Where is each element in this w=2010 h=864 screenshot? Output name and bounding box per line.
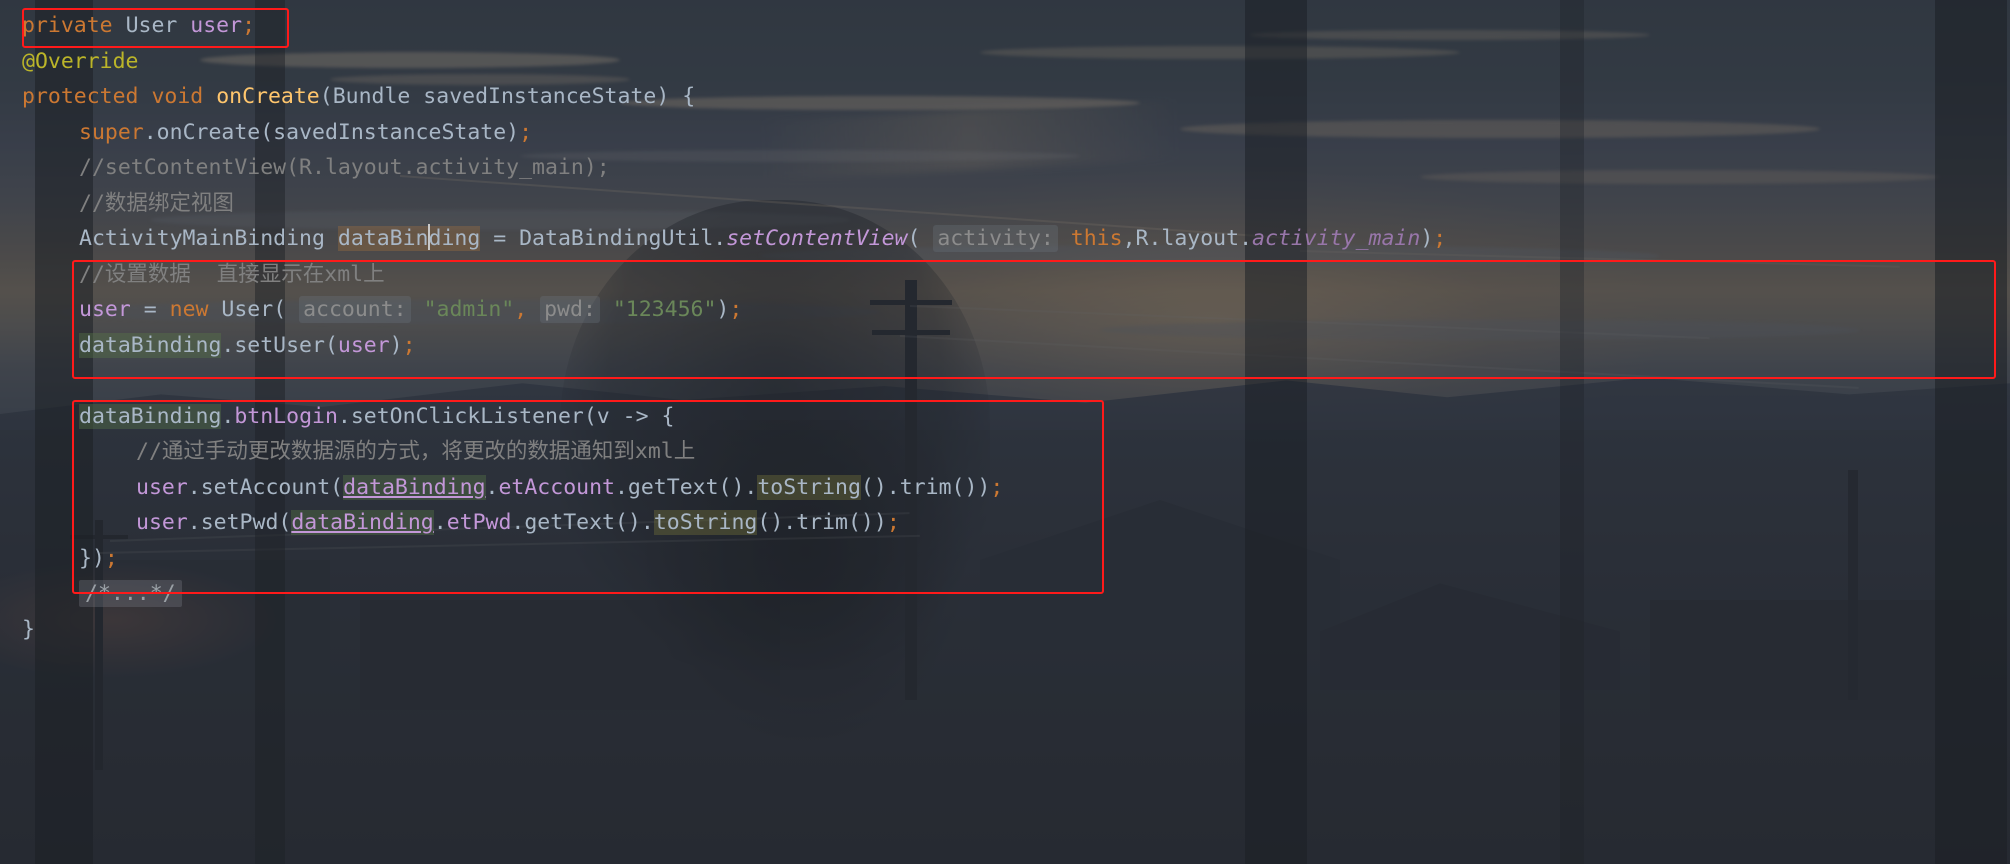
token: user <box>190 13 243 38</box>
token: = DataBindingUtil. <box>480 226 727 251</box>
token: activity_main <box>1252 226 1421 251</box>
token: ().trim()) <box>860 474 991 500</box>
line-blank-1[interactable] <box>0 363 2010 399</box>
token: ; <box>519 119 533 145</box>
code-text-area[interactable]: private User user; @Override protected voi… <box>0 0 2010 864</box>
token: account: <box>299 296 411 323</box>
token: . <box>433 510 447 535</box>
token: dataBinding <box>337 224 481 251</box>
token: ; <box>402 332 416 358</box>
line-method-close[interactable]: } <box>0 612 2010 648</box>
token: ; <box>104 545 118 571</box>
token: Bundle savedInstanceState <box>332 84 657 109</box>
token: @Override <box>22 48 139 74</box>
token: User <box>125 13 178 38</box>
token: user <box>136 474 188 500</box>
token: .setOnClickListener(v -> { <box>337 403 675 429</box>
token: . <box>485 474 499 500</box>
token: ; <box>729 297 743 322</box>
token: etPwd <box>446 510 512 535</box>
line-set-pwd[interactable]: user.setPwd(dataBinding.etPwd.getText().… <box>0 505 2010 541</box>
token: new <box>169 297 209 322</box>
line-comment-manual-update[interactable]: //通过手动更改数据源的方式，将更改的数据通知到xml上 <box>0 434 2010 470</box>
token: = <box>130 297 170 322</box>
token: activity: <box>933 225 1058 252</box>
token: toString <box>757 474 861 500</box>
token: ) <box>389 332 403 358</box>
token: . <box>221 403 235 429</box>
line-set-account[interactable]: user.setAccount(dataBinding.etAccount.ge… <box>0 470 2010 506</box>
token: setContentView <box>726 226 908 251</box>
token: /*...*/ <box>79 580 182 607</box>
token: ( <box>907 226 934 251</box>
line-databinding-assign[interactable]: ActivityMainBinding dataBinding = DataBi… <box>0 221 2010 257</box>
line-oncreate-sig[interactable]: protected void onCreate(Bundle savedInst… <box>0 79 2010 115</box>
token: .getText(). <box>511 510 654 535</box>
token: }) <box>79 545 105 571</box>
token: ; <box>242 13 256 38</box>
token: //数据绑定视图 <box>79 190 234 216</box>
token: ,R.layout. <box>1122 226 1253 251</box>
token: User( <box>208 297 300 322</box>
token: //通过手动更改数据源的方式，将更改的数据通知到xml上 <box>136 439 696 464</box>
token: .onCreate(savedInstanceState) <box>143 119 520 145</box>
token: "admin" <box>423 297 515 322</box>
line-comment-databind-view[interactable]: //数据绑定视图 <box>0 186 2010 222</box>
code-editor-screenshot: private User user; @Override protected voi… <box>0 0 2010 864</box>
token: , <box>514 297 528 322</box>
token: ) <box>1420 226 1434 251</box>
line-field-decl[interactable]: private User user; <box>0 8 2010 44</box>
token: ; <box>990 474 1004 500</box>
token: user <box>136 510 188 535</box>
token: dataBinding <box>343 474 486 500</box>
token: } <box>22 616 35 642</box>
token: ; <box>1433 226 1447 251</box>
token: .setUser( <box>221 332 338 358</box>
token: private <box>22 13 113 38</box>
token: dataBinding <box>79 403 222 429</box>
line-new-user[interactable]: user = new User( account: "admin", pwd: … <box>0 292 2010 328</box>
token: void <box>151 84 204 109</box>
line-super-oncreate[interactable]: super.onCreate(savedInstanceState); <box>0 115 2010 151</box>
line-comment-set-data[interactable]: //设置数据 直接显示在xml上 <box>0 257 2010 293</box>
token: ().trim()) <box>757 510 887 535</box>
token: user <box>79 297 131 322</box>
line-comment-setcontentview[interactable]: //setContentView(R.layout.activity_main)… <box>0 150 2010 186</box>
token: //设置数据 直接显示在xml上 <box>79 261 385 287</box>
line-setonclicklistener[interactable]: dataBinding.btnLogin.setOnClickListener(… <box>0 399 2010 435</box>
line-folded-comment[interactable]: /*...*/ <box>0 576 2010 612</box>
token: pwd: <box>540 296 600 323</box>
token: .getText(). <box>614 474 758 500</box>
token: protected <box>22 84 139 109</box>
token: ; <box>886 510 900 535</box>
token: dataBinding <box>79 332 222 358</box>
token: .setAccount( <box>187 474 344 500</box>
line-lambda-close[interactable]: }); <box>0 541 2010 577</box>
token: .setPwd( <box>187 510 292 535</box>
token: ) <box>716 297 730 322</box>
line-set-user[interactable]: dataBinding.setUser(user); <box>0 328 2010 364</box>
line-override[interactable]: @Override <box>0 44 2010 80</box>
token: toString <box>653 510 758 535</box>
token: this <box>1070 226 1123 251</box>
token: ( <box>319 84 333 109</box>
token: etAccount <box>498 474 615 500</box>
token: user <box>337 332 390 358</box>
token: ) { <box>656 84 696 109</box>
token: onCreate <box>216 84 320 109</box>
token: //setContentView(R.layout.activity_main)… <box>79 155 610 180</box>
token: super <box>79 119 144 145</box>
token: "123456" <box>612 297 717 322</box>
token: dataBinding <box>291 510 434 535</box>
token: btnLogin <box>234 403 338 429</box>
token: ActivityMainBinding <box>79 226 338 251</box>
